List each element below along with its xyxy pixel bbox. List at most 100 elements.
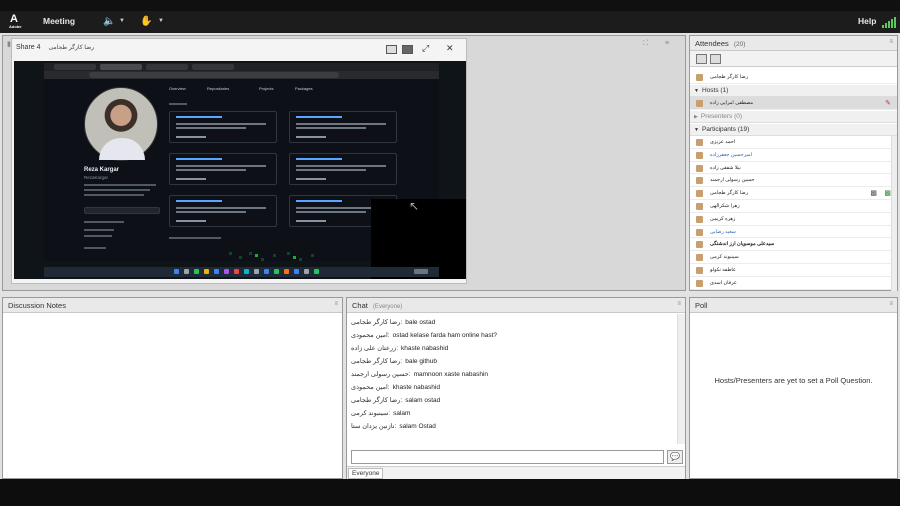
profile-highlights-line: [84, 247, 106, 249]
chat-message: نازنین یزدان ستا: salam Ostad: [351, 423, 436, 430]
fit-screen-button[interactable]: [402, 45, 413, 54]
notes-title: Discussion Notes: [8, 301, 66, 310]
maximize-icon[interactable]: ⤢: [422, 43, 429, 54]
chat-footer: Everyone: [347, 466, 685, 479]
pod-menu-icon[interactable]: ≡: [677, 301, 681, 307]
list-item[interactable]: امیرحسین جعفرزاده: [690, 149, 897, 162]
pod-menu-icon[interactable]: ≡: [665, 40, 669, 47]
list-item[interactable]: نیلا شفقی زاده: [690, 162, 897, 175]
pinned-repo-card: [169, 153, 277, 185]
participants-group[interactable]: ▼ Participants (19): [690, 124, 897, 136]
status-view-button[interactable]: [710, 54, 721, 64]
meeting-menu[interactable]: Meeting: [43, 16, 75, 26]
pinned-repo-card: [289, 111, 397, 143]
list-item[interactable]: عاطفه نکولو: [690, 264, 897, 277]
presenters-group[interactable]: ▶ Presenters (0): [690, 111, 897, 123]
profile-bio-line: [84, 184, 156, 186]
chat-message: رضا کارگر طجامی: bale ostad: [351, 319, 436, 326]
profile-bio-line: [84, 189, 150, 191]
poll-empty-message: Hosts/Presenters are yet to set a Poll Q…: [714, 376, 873, 385]
poll-title: Poll: [695, 301, 708, 310]
adobe-logo-icon: A Adobe: [9, 13, 22, 29]
shared-screen: Reza Kargar RezaKargar Overview Reposito…: [14, 61, 466, 279]
chat-input[interactable]: [351, 450, 664, 464]
profile-avatar: [84, 87, 158, 161]
browser-tab-strip: [44, 63, 439, 71]
list-item[interactable]: زهره کریمی: [690, 213, 897, 226]
my-attendee-row[interactable]: رضا کارگر طجامی: [690, 71, 897, 84]
person-icon: [696, 254, 703, 262]
pinned-label: [169, 103, 187, 105]
list-item[interactable]: احمد عزیزی: [690, 136, 897, 149]
status-dropdown-icon[interactable]: ▼: [158, 18, 164, 24]
person-icon: [696, 74, 703, 81]
speaker-icon[interactable]: 🔈: [103, 16, 115, 27]
profile-meta-line: [84, 235, 112, 237]
attendee-name: امیرحسین جعفرزاده: [710, 151, 753, 158]
discussion-notes-pod: Discussion Notes ≡: [2, 297, 343, 479]
send-message-button[interactable]: 💬: [667, 450, 683, 464]
list-item[interactable]: زهرا شکرالهی: [690, 200, 897, 213]
attendee-name: مصطفی امرایی زاده: [710, 100, 754, 106]
raise-hand-icon[interactable]: ✋: [140, 16, 152, 27]
chat-message: زرعتان علی زاده: khaste nabashid: [351, 345, 449, 352]
list-item[interactable]: عرفان اسدی: [690, 277, 897, 290]
person-icon: [696, 164, 703, 172]
browser-tab: [192, 64, 234, 70]
pod-menu-icon[interactable]: ≡: [889, 301, 893, 307]
share-status-icon: ▩: [884, 190, 891, 198]
list-item[interactable]: سینبوند کرمی: [690, 251, 897, 264]
pod-menu-icon[interactable]: ≡: [334, 301, 338, 307]
list-item[interactable]: حسین رسولی ارجمند: [690, 174, 897, 188]
hosts-group[interactable]: ▼ Hosts (1): [690, 85, 897, 97]
profile-bio-line: [84, 194, 144, 196]
connection-signal-icon: [882, 16, 896, 28]
person-icon: [696, 177, 703, 185]
profile-username: RezaKargar: [84, 175, 109, 180]
application-menu-bar: A Adobe Meeting 🔈 ▼ ✋ ▼ Help: [0, 11, 900, 33]
person-icon: [696, 267, 703, 274]
person-icon: [696, 190, 703, 198]
attendee-name: نیلا شفقی زاده: [710, 164, 741, 171]
github-profile-page: Reza Kargar RezaKargar Overview Reposito…: [44, 79, 466, 279]
person-icon: [696, 203, 703, 210]
person-icon: [696, 228, 703, 236]
participants-label: Participants (19): [701, 126, 750, 133]
profile-tabs: Overview Repositories Projects Packages: [169, 86, 369, 93]
attendee-name: عرفان اسدی: [710, 279, 737, 286]
help-menu[interactable]: Help: [858, 16, 876, 26]
attendees-scrollbar[interactable]: [891, 136, 897, 291]
list-view-button[interactable]: [696, 54, 707, 64]
browser-tab-active: [100, 64, 142, 70]
speaker-dropdown-icon[interactable]: ▼: [119, 18, 125, 24]
chat-pod: Chat (Everyone) ≡ رضا کارگر طجامی: bale o…: [346, 297, 686, 479]
profile-meta-line: [84, 229, 114, 231]
close-share-icon[interactable]: ✕: [446, 43, 454, 54]
list-item[interactable]: سیدعلی موسویان ارز اندشتگی: [690, 238, 897, 252]
browser-address-bar: [44, 71, 439, 79]
fullscreen-icon[interactable]: ⛶: [643, 40, 648, 48]
attendees-header: Attendees (20) ≡: [690, 36, 897, 51]
poll-header: Poll ≡: [690, 298, 897, 313]
pod-menu-icon[interactable]: ≡: [889, 39, 893, 45]
chat-messages: رضا کارگر طجامی: bale ostad امین محمودی: o…: [347, 314, 679, 444]
attendee-name: احمد عزیزی: [710, 139, 736, 145]
chat-message: حسین رسولی ارجمند: mamnoon xaste nabashin: [351, 371, 489, 378]
meeting-stage: ▮ ⛶ ≡ Share 4 رضا کارگر طجامی ⤢ ✕ Reza K…: [0, 33, 900, 479]
chat-scrollbar[interactable]: [677, 314, 685, 444]
list-item[interactable]: رضا کارگر طجامی ▩ ▩: [690, 187, 897, 200]
attendees-toolbar: [690, 51, 897, 67]
attendee-name: حسین رسولی ارجمند: [710, 177, 755, 184]
list-item[interactable]: سعید رضایی: [690, 226, 897, 239]
host-row[interactable]: مصطفی امرایی زاده ✎: [690, 97, 897, 110]
attendees-count: (20): [733, 41, 746, 48]
share-title: Share 4 رضا کارگر طجامی: [16, 44, 94, 51]
attendee-name: عاطفه نکولو: [710, 267, 736, 273]
person-icon: [696, 241, 703, 249]
chat-header: Chat (Everyone) ≡: [347, 298, 685, 313]
chat-message: رضا کارگر طجامی: salam ostad: [351, 397, 441, 404]
bottom-bar: [0, 479, 900, 506]
profile-tab-projects: Projects: [259, 86, 274, 91]
tab-everyone[interactable]: Everyone: [348, 468, 384, 479]
fit-width-button[interactable]: [386, 45, 397, 54]
